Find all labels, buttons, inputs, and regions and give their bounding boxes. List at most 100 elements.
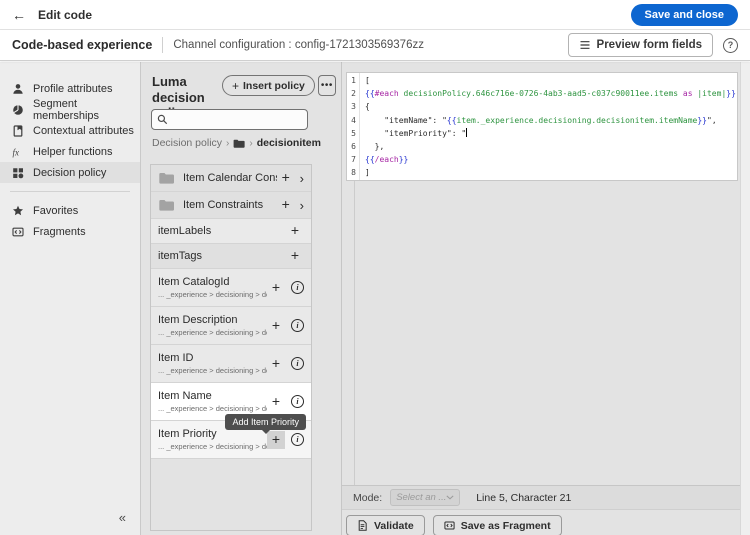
code-editor-area: 1 2 3 4 5 6 7 8 [{{#each decisionPolicy.646c716… — [341, 62, 740, 535]
insert-policy-label: Insert policy — [243, 79, 305, 92]
search-box[interactable] — [151, 109, 308, 130]
preview-form-fields-label: Preview form fields — [596, 39, 702, 51]
editor-actions: Validate Save as Fragment — [346, 515, 562, 535]
collapse-sidebar-button[interactable]: « — [113, 508, 132, 527]
context-bar: Code-based experience Channel configurat… — [0, 30, 750, 61]
preview-form-fields-button[interactable]: Preview form fields — [567, 33, 713, 57]
breadcrumb-separator: › — [249, 137, 253, 149]
item-path: ... _experience > decisioning > decision… — [158, 290, 267, 299]
fragment-icon — [12, 226, 24, 238]
add-icon[interactable]: + — [267, 393, 285, 411]
item-label: Item Name — [158, 390, 212, 402]
breadcrumb: Decision policy › › decisionitem — [152, 137, 321, 149]
sidebar-item-label: Decision policy — [33, 166, 107, 179]
sidebar-item-label: Favorites — [33, 204, 79, 217]
app-window: ← Edit code Save and close Code-based ex… — [0, 0, 750, 535]
mode-label: Mode: — [353, 491, 383, 504]
decision-policy-panel: Luma decision policy + Insert policy •••… — [141, 62, 341, 535]
channel-configuration-label: Channel configuration : config-172130356… — [173, 39, 424, 51]
sidebar-item-favorites[interactable]: Favorites — [0, 200, 140, 221]
item-label: Item Constraints — [183, 199, 264, 211]
pie-icon — [12, 104, 24, 116]
code-line: {{/each}} — [365, 155, 409, 165]
help-icon[interactable]: ? — [723, 37, 738, 53]
add-icon[interactable]: + — [286, 222, 304, 240]
add-icon[interactable]: + — [267, 279, 285, 297]
divider — [162, 37, 164, 53]
info-icon[interactable]: i — [291, 319, 304, 332]
search-icon — [157, 114, 168, 125]
line-number: 2 — [351, 89, 356, 99]
add-icon[interactable]: + — [277, 196, 295, 214]
code-line: "itemPriority": " — [365, 127, 468, 138]
chevron-right-icon[interactable]: › — [300, 198, 304, 213]
item-path: ... _experience > decisioning > decision… — [158, 442, 267, 451]
chevron-right-icon[interactable]: › — [300, 171, 304, 186]
add-icon[interactable]: + — [267, 317, 285, 335]
list-item-item-constraints[interactable]: Item Constraints + › — [151, 192, 311, 219]
insert-policy-button[interactable]: + Insert policy — [222, 75, 315, 96]
info-icon[interactable]: i — [291, 357, 304, 370]
sidebar-item-fragments[interactable]: Fragments — [0, 221, 140, 242]
list-item-itemlabels[interactable]: itemLabels + — [151, 219, 311, 244]
validate-button[interactable]: Validate — [346, 515, 425, 535]
add-icon[interactable]: + — [286, 247, 304, 265]
code-line: [ — [365, 76, 370, 85]
sidebar-item-helper-functions[interactable]: fx Helper functions — [0, 141, 140, 162]
info-icon[interactable]: i — [291, 395, 304, 408]
svg-text:fx: fx — [13, 147, 20, 157]
folder-icon — [158, 199, 175, 211]
item-path: ... _experience > decisioning > decision… — [158, 404, 267, 413]
item-path: ... _experience > decisioning > decision… — [158, 366, 267, 375]
folder-icon — [158, 172, 175, 184]
list-item-item-description[interactable]: Item Description ... _experience > decisi… — [151, 307, 311, 345]
sidebar-item-contextual-attributes[interactable]: Contextual attributes — [0, 120, 140, 141]
code-line: }, — [365, 142, 385, 152]
item-label: Item Calendar Constraints — [183, 172, 277, 184]
sidebar: Profile attributes Segment memberships Con… — [0, 62, 141, 535]
list-item-item-calendar-constraints[interactable]: Item Calendar Constraints+ › — [151, 165, 311, 192]
folder-icon[interactable] — [233, 139, 245, 148]
list-item-itemtags[interactable]: itemTags + — [151, 244, 311, 269]
code-content[interactable]: [{{#each decisionPolicy.646c716e-0726-4a… — [360, 73, 737, 180]
list-lines-icon — [580, 41, 590, 49]
grid-icon — [12, 167, 24, 179]
list-item-item-id[interactable]: Item ID ... _experience > decisioning > d… — [151, 345, 311, 383]
save-as-fragment-label: Save as Fragment — [460, 519, 551, 532]
info-icon[interactable]: i — [291, 433, 304, 446]
line-number: 7 — [351, 155, 356, 165]
vertical-scrollbar[interactable] — [740, 62, 750, 535]
add-icon[interactable]: + — [277, 169, 295, 187]
sidebar-item-segment-memberships[interactable]: Segment memberships — [0, 98, 140, 122]
code-editor[interactable]: 1 2 3 4 5 6 7 8 [{{#each decisionPolicy.646c716… — [346, 72, 738, 181]
info-icon[interactable]: i — [291, 281, 304, 294]
validate-document-icon — [358, 520, 367, 531]
plus-icon: + — [232, 78, 240, 93]
line-number: 3 — [351, 102, 356, 112]
line-number: 4 — [351, 115, 356, 125]
sidebar-list: Profile attributes Segment memberships Con… — [0, 78, 140, 242]
chevron-down-icon — [446, 495, 454, 500]
mode-select[interactable]: Select an ... — [390, 489, 461, 506]
add-icon[interactable]: + — [267, 355, 285, 373]
back-arrow-icon[interactable]: ← — [12, 7, 26, 23]
save-as-fragment-button[interactable]: Save as Fragment — [432, 515, 562, 535]
user-icon — [12, 83, 24, 95]
sidebar-item-decision-policy[interactable]: Decision policy — [0, 162, 140, 183]
page-flag-icon — [12, 124, 24, 137]
item-label: itemTags — [158, 250, 203, 262]
sidebar-item-label: Fragments — [33, 225, 86, 238]
code-line: ] — [365, 168, 370, 178]
save-and-close-button[interactable]: Save and close — [630, 3, 738, 26]
line-number: 8 — [351, 168, 356, 178]
sidebar-item-profile-attributes[interactable]: Profile attributes — [0, 78, 140, 99]
experience-type-label: Code-based experience — [12, 38, 153, 52]
top-bar: ← Edit code Save and close — [0, 0, 750, 30]
more-actions-button[interactable]: ••• — [317, 75, 336, 96]
list-item-item-catalogid[interactable]: Item CatalogId ... _experience > decision… — [151, 269, 311, 307]
breadcrumb-root[interactable]: Decision policy — [152, 137, 222, 149]
star-icon — [12, 205, 24, 217]
code-line: { — [365, 102, 370, 112]
search-input[interactable] — [172, 113, 302, 126]
sidebar-item-label: Helper functions — [33, 145, 113, 158]
